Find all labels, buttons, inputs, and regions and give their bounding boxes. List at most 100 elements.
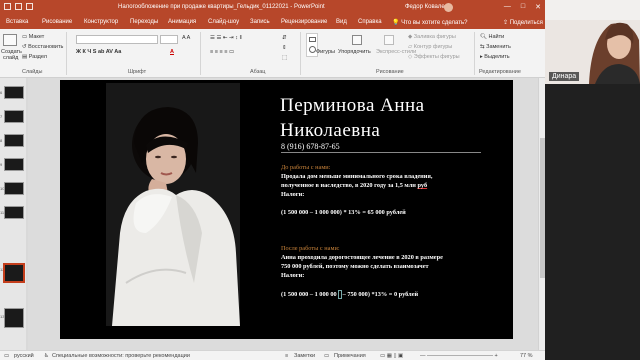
undo-icon[interactable] xyxy=(15,3,22,10)
slide-thumbnail[interactable] xyxy=(4,134,24,147)
zoom-level[interactable]: 77 % xyxy=(520,353,533,359)
tab-draw[interactable]: Рисование xyxy=(42,19,72,25)
before-line-2-text: полученное в наследство, в 2020 году за … xyxy=(281,182,418,189)
taxes-label-2[interactable]: Налоги: xyxy=(281,272,304,281)
account-avatar[interactable] xyxy=(444,3,453,12)
text-direction-icon[interactable]: ⇵ xyxy=(282,35,287,41)
canvas-scrollbar[interactable] xyxy=(538,78,545,350)
after-line-1[interactable]: Анна проходила дорогостоящее лечение в 2… xyxy=(281,254,443,263)
arrange-button[interactable]: Упорядочить xyxy=(338,49,371,55)
slide-thumbnail[interactable] xyxy=(4,206,24,219)
slide-thumbnail-active[interactable] xyxy=(3,263,25,283)
layout-button[interactable]: ▭ Макет xyxy=(22,34,44,40)
participant-name-tag: Динара xyxy=(549,72,580,81)
person-name[interactable]: Перминова Анна Николаевна xyxy=(280,93,425,143)
slide-canvas: Перминова Анна Николаевна 8 (916) 678-87… xyxy=(28,78,545,350)
notes-button[interactable]: Заметки xyxy=(294,353,315,359)
section-button[interactable]: ▤ Раздел xyxy=(22,54,47,60)
slide-thumbnail[interactable] xyxy=(4,182,24,195)
group-label-slides: Слайды xyxy=(22,69,43,75)
tab-animations[interactable]: Анимация xyxy=(168,19,196,25)
reset-button[interactable]: ↺ Восстановить xyxy=(22,44,63,50)
font-size-box[interactable] xyxy=(160,35,178,44)
section-label: Раздел xyxy=(28,54,47,60)
align-text-icon[interactable]: ⇕ xyxy=(282,45,287,51)
select-button[interactable]: ▸ Выделить xyxy=(480,54,510,60)
slide-thumbnail[interactable] xyxy=(4,110,24,123)
font-color-icon[interactable]: A xyxy=(170,49,174,55)
after-heading[interactable]: После работы с нами: xyxy=(281,245,340,254)
comments-button[interactable]: Примечания xyxy=(334,353,366,359)
text-cursor xyxy=(337,290,342,299)
slide-thumbnail[interactable] xyxy=(4,86,24,99)
accessibility-status[interactable]: Специальные возможности: проверьте реком… xyxy=(52,353,190,359)
portrait-illustration xyxy=(106,83,240,326)
font-grow-icon[interactable]: A A xyxy=(182,35,190,41)
close-button[interactable]: ✕ xyxy=(535,3,541,11)
new-slide-icon[interactable] xyxy=(3,34,17,46)
shapes-button[interactable]: Фигуры xyxy=(316,49,335,55)
calculation-after[interactable]: (1 500 000 – 1 000 00 – 750 000) *13% = 0… xyxy=(281,290,418,300)
shape-outline-button[interactable]: ▱ Контур фигуры xyxy=(408,44,452,50)
before-heading[interactable]: До работы с нами: xyxy=(281,164,330,173)
document-title: Налогообложение при продаже квартиры_Гел… xyxy=(118,4,325,10)
find-label: Найти xyxy=(488,34,505,40)
align-buttons[interactable]: ≡ ≡ ≡ ≡ ▭ xyxy=(210,49,234,55)
shape-outline-label: Контур фигуры xyxy=(413,44,453,50)
tab-slideshow[interactable]: Слайд-шоу xyxy=(208,19,239,25)
taxes-label-1[interactable]: Налоги: xyxy=(281,191,304,200)
name-line-1: Перминова Анна xyxy=(280,95,425,116)
redo-icon[interactable] xyxy=(26,3,33,10)
tab-design[interactable]: Конструктор xyxy=(84,19,118,25)
save-icon[interactable] xyxy=(4,3,11,10)
minimize-button[interactable]: — xyxy=(504,3,511,11)
thumb-number: 6 xyxy=(0,90,3,95)
shape-effects-button[interactable]: ◇ Эффекты фигуры xyxy=(408,54,460,60)
phone-number[interactable]: 8 (916) 678-87-65 xyxy=(281,142,340,151)
group-label-drawing: Рисование xyxy=(376,69,404,75)
ribbon-tabs: Вставка Рисование Конструктор Переходы А… xyxy=(0,16,545,29)
tab-insert[interactable]: Вставка xyxy=(6,19,28,25)
powerpoint-window: Налогообложение при продаже квартиры_Гел… xyxy=(0,0,545,360)
thumb-number: 9 xyxy=(0,162,3,167)
current-slide[interactable]: Перминова Анна Николаевна 8 (916) 678-87… xyxy=(60,80,513,339)
maximize-button[interactable]: □ xyxy=(521,3,525,11)
tab-transitions[interactable]: Переходы xyxy=(130,19,158,25)
font-name-box[interactable] xyxy=(76,35,158,44)
thumb-number: 7 xyxy=(0,114,3,119)
view-buttons[interactable]: ▭ ▦ ▯ ▣ xyxy=(380,353,403,359)
tab-view[interactable]: Вид xyxy=(336,19,347,25)
slide-thumbnails-pane: 6 7 8 9 10 11 12 13 xyxy=(0,78,28,350)
tell-me-search[interactable]: 💡 Что вы хотите сделать? xyxy=(392,19,467,26)
before-line-2[interactable]: полученное в наследство, в 2020 году за … xyxy=(281,182,427,191)
new-slide-label-2: слайд xyxy=(3,55,19,61)
zoom-slider[interactable]: — ———————————— + xyxy=(420,353,498,359)
slide-thumbnail[interactable] xyxy=(4,308,24,328)
list-buttons[interactable]: ☰ ☰ ⇤ ⇥ ↕ ‖ xyxy=(210,35,242,41)
tab-help[interactable]: Справка xyxy=(358,19,382,25)
title-bar: Налогообложение при продаже квартиры_Гел… xyxy=(0,0,545,16)
find-button[interactable]: 🔍︎ Найти xyxy=(480,34,504,40)
replace-button[interactable]: ⇆ Заменить xyxy=(480,44,511,50)
after-line-2[interactable]: 750 000 рублей, поэтому можно сделать вз… xyxy=(281,263,429,272)
smartart-icon[interactable]: ⬚ xyxy=(282,55,287,61)
before-line-1[interactable]: Продала дом меньше минимального срока вл… xyxy=(281,173,432,182)
language-indicator[interactable]: русский xyxy=(14,353,34,359)
slide-thumbnail[interactable] xyxy=(4,158,24,171)
ribbon: Создать слайд ▭ Макет ↺ Восстановить ▤ Р… xyxy=(0,29,545,78)
quick-access-toolbar xyxy=(4,3,33,10)
tab-record[interactable]: Запись xyxy=(250,19,270,25)
tab-review[interactable]: Рецензирование xyxy=(281,19,327,25)
comments-icon: ▭ xyxy=(324,353,330,359)
portrait-photo[interactable] xyxy=(106,83,240,326)
select-label: Выделить xyxy=(484,54,510,60)
tell-me-label: Что вы хотите сделать? xyxy=(401,20,468,26)
shape-effects-label: Эффекты фигуры xyxy=(413,54,460,60)
calculation-before[interactable]: (1 500 000 – 1 000 000) * 13% = 65 000 р… xyxy=(281,209,406,218)
status-bar: ▭ русский ♿︎ Специальные возможности: пр… xyxy=(0,350,545,360)
shape-fill-button[interactable]: ◆ Заливка фигуры xyxy=(408,34,456,40)
font-formatting-buttons[interactable]: Ж К Ч S ab AV Aa xyxy=(76,49,121,55)
account-name[interactable]: Федор Ковалев xyxy=(405,4,448,10)
share-button[interactable]: ⇪ Поделиться xyxy=(503,19,543,26)
group-label-paragraph: Абзац xyxy=(250,69,266,75)
